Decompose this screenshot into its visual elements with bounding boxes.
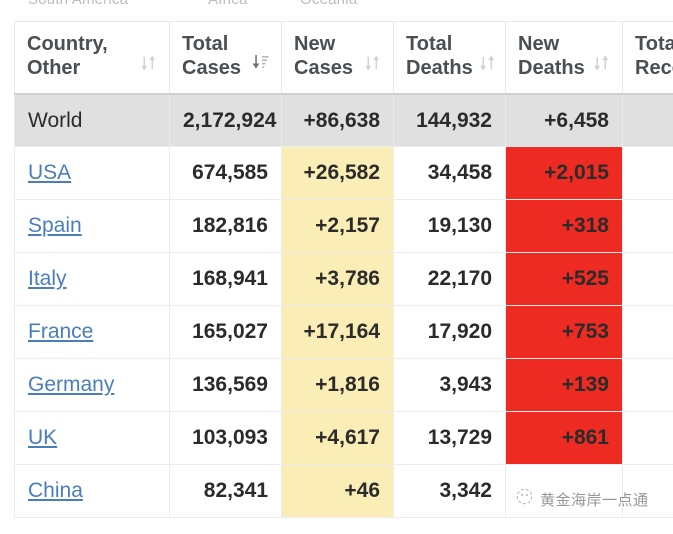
table-row: USA 674,585+26,58234,458+2,015 [15, 147, 673, 200]
cell-country: Italy [15, 253, 170, 306]
coronavirus-statistics-table: Country, Other Total Cases New Cases Total … [14, 21, 673, 518]
table-row: Germany 136,569+1,8163,943+139 [15, 359, 673, 412]
sort-toggle-icon[interactable] [364, 53, 381, 81]
cell-ncases: +1,816 [282, 359, 394, 412]
cell-ndeaths: +139 [506, 359, 623, 412]
cell-tdeaths: 3,943 [394, 359, 506, 412]
column-header-label: Total Recovered [635, 32, 673, 81]
sort-toggle-icon[interactable] [479, 53, 496, 81]
cell-country: China [15, 465, 170, 518]
column-header-ndeaths[interactable]: New Deaths [506, 22, 623, 94]
cell-tdeaths: 19,130 [394, 200, 506, 253]
table-row: Italy 168,941+3,78622,170+525 [15, 253, 673, 306]
column-header-trec[interactable]: Total Recovered [623, 22, 673, 94]
cell-trec [623, 94, 673, 147]
world-summary-row: World 2,172,924+86,638144,932+6,458 [15, 94, 673, 147]
column-header-tdeaths[interactable]: Total Deaths [394, 22, 506, 94]
cell-tcases: 82,341 [170, 465, 282, 518]
world-label: World [28, 109, 82, 132]
column-header-tcases[interactable]: Total Cases [170, 22, 282, 94]
column-header-label: Total Cases [182, 32, 241, 81]
cell-ndeaths: +861 [506, 412, 623, 465]
table-row: Spain 182,816+2,15719,130+318 [15, 200, 673, 253]
cell-tcases: 2,172,924 [170, 94, 282, 147]
cell-ncases: +46 [282, 465, 394, 518]
cell-ndeaths: +753 [506, 306, 623, 359]
column-header-label: New Deaths [518, 32, 585, 81]
sort-toggle-icon[interactable] [140, 53, 157, 81]
table-body: World 2,172,924+86,638144,932+6,458 USA 674… [15, 94, 673, 518]
cell-country: USA [15, 147, 170, 200]
region-tab-south-america[interactable]: South America [28, 0, 128, 8]
cell-trec [623, 465, 673, 518]
cell-ncases: +86,638 [282, 94, 394, 147]
country-link[interactable]: France [28, 320, 93, 343]
cell-ndeaths: +525 [506, 253, 623, 306]
cell-ndeaths [506, 465, 623, 518]
cell-country: Germany [15, 359, 170, 412]
cell-tdeaths: 17,920 [394, 306, 506, 359]
cell-tcases: 136,569 [170, 359, 282, 412]
cell-trec [623, 147, 673, 200]
table-row: China 82,341+463,342 [15, 465, 673, 518]
sort-toggle-icon[interactable] [593, 53, 610, 81]
region-tab-oceania[interactable]: Oceania [300, 0, 357, 8]
cell-tdeaths: 144,932 [394, 94, 506, 147]
cell-ndeaths: +6,458 [506, 94, 623, 147]
cell-ncases: +26,582 [282, 147, 394, 200]
cell-ndeaths: +2,015 [506, 147, 623, 200]
cell-tdeaths: 13,729 [394, 412, 506, 465]
cell-trec [623, 200, 673, 253]
cell-ncases: +4,617 [282, 412, 394, 465]
country-link[interactable]: China [28, 479, 83, 502]
column-header-label: Country, Other [27, 32, 108, 81]
country-link[interactable]: Italy [28, 267, 67, 290]
table-row: UK 103,093+4,61713,729+861 [15, 412, 673, 465]
cell-country: World [15, 94, 170, 147]
cell-tdeaths: 34,458 [394, 147, 506, 200]
country-link[interactable]: USA [28, 161, 71, 184]
column-header-label: New Cases [294, 32, 353, 81]
cell-tcases: 168,941 [170, 253, 282, 306]
table-header-row: Country, Other Total Cases New Cases Total … [15, 22, 673, 94]
region-tab-africa[interactable]: Africa [208, 0, 248, 8]
column-header-ncases[interactable]: New Cases [282, 22, 394, 94]
cell-tdeaths: 22,170 [394, 253, 506, 306]
cell-tcases: 103,093 [170, 412, 282, 465]
cell-tdeaths: 3,342 [394, 465, 506, 518]
table-row: France 165,027+17,16417,920+753 [15, 306, 673, 359]
column-header-label: Total Deaths [406, 32, 473, 81]
cell-trec [623, 306, 673, 359]
cell-country: UK [15, 412, 170, 465]
cell-country: Spain [15, 200, 170, 253]
cell-tcases: 182,816 [170, 200, 282, 253]
sort-descending-icon[interactable] [252, 53, 269, 81]
column-header-country[interactable]: Country, Other [15, 22, 170, 94]
cell-ncases: +3,786 [282, 253, 394, 306]
country-link[interactable]: Germany [28, 373, 114, 396]
table-scroll-container[interactable]: Country, Other Total Cases New Cases Total … [14, 21, 673, 518]
country-link[interactable]: UK [28, 426, 57, 449]
cell-ncases: +17,164 [282, 306, 394, 359]
cell-tcases: 165,027 [170, 306, 282, 359]
cell-trec [623, 253, 673, 306]
cell-ncases: +2,157 [282, 200, 394, 253]
cell-tcases: 674,585 [170, 147, 282, 200]
cell-country: France [15, 306, 170, 359]
country-link[interactable]: Spain [28, 214, 82, 237]
cell-trec [623, 412, 673, 465]
region-tab-strip: South America Africa Oceania [0, 0, 673, 14]
table-header: Country, Other Total Cases New Cases Total … [15, 22, 673, 94]
cell-trec [623, 359, 673, 412]
cell-ndeaths: +318 [506, 200, 623, 253]
